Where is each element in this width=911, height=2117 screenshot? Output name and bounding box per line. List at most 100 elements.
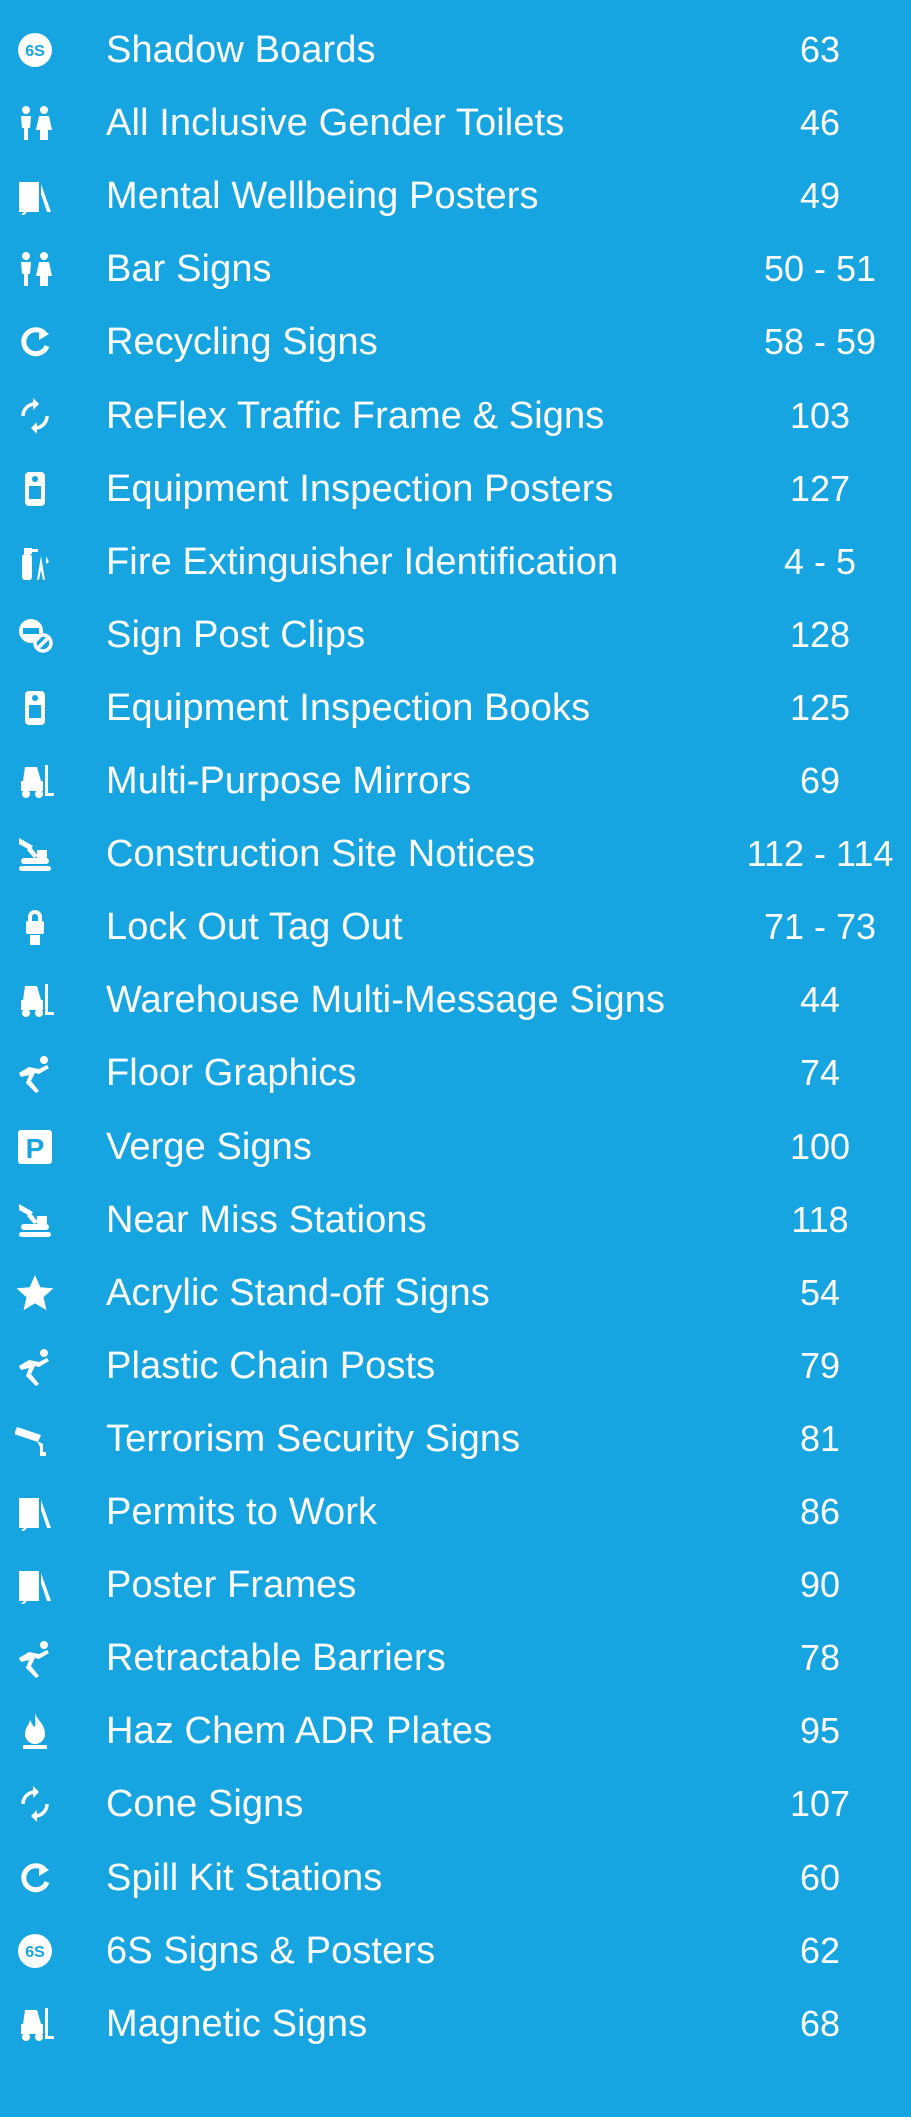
entry-label: Haz Chem ADR Plates: [106, 1710, 493, 1753]
entry-page-number: 63: [799, 29, 841, 70]
entry-label: Cone Signs: [106, 1783, 304, 1826]
entry-label: Floor Graphics: [106, 1052, 357, 1095]
index-entry: 6S Shadow Boards 63: [0, 13, 911, 87]
entry-label: Construction Site Notices: [106, 833, 536, 876]
toilet-people-icon: [14, 102, 56, 144]
entry-label: Sign Post Clips: [106, 613, 366, 656]
entry-page-number: 81: [799, 1417, 841, 1459]
entry-page-number: 125: [789, 686, 851, 728]
index-entry: Construction Site Notices 112 - 114: [0, 817, 911, 891]
product-index-list: 6S Shadow Boards 63 All Inclusive Gender To…: [0, 0, 911, 2117]
slipping-person-icon: [14, 1637, 56, 1679]
star-icon: [14, 1272, 56, 1314]
entry-label: Verge Signs: [106, 1125, 313, 1168]
entry-page-number: 112 - 114: [746, 833, 894, 875]
poster-board-icon: [14, 175, 56, 217]
entry-label: Acrylic Stand-off Signs: [106, 1271, 490, 1314]
index-entry: P Verge Signs 100: [0, 1110, 911, 1184]
index-entry: Acrylic Stand-off Signs 54: [0, 1256, 911, 1330]
index-entry: Warehouse Multi-Message Signs 44: [0, 963, 911, 1037]
svg-text:P: P: [26, 1133, 45, 1164]
entry-page-number: 4 - 5: [783, 540, 857, 582]
flame-icon: [14, 1710, 56, 1752]
index-entry: Mental Wellbeing Posters 49: [0, 159, 911, 233]
index-entry: 6S 6S Signs & Posters 62: [0, 1914, 911, 1988]
entry-label: ReFlex Traffic Frame & Signs: [106, 394, 605, 437]
forklift-icon: [14, 979, 56, 1021]
entry-label: Warehouse Multi-Message Signs: [106, 979, 666, 1022]
slipping-person-icon: [14, 1052, 56, 1094]
entry-page-number: 103: [789, 394, 851, 436]
entry-page-number: 95: [799, 1710, 841, 1752]
6s-badge-icon: 6S: [14, 1930, 56, 1972]
6s-badge-icon: 6S: [14, 29, 56, 71]
cctv-camera-icon: [14, 1418, 56, 1460]
forklift-icon: [14, 760, 56, 802]
entry-page-number: 74: [799, 1052, 841, 1094]
entry-page-number: 127: [789, 467, 851, 509]
entry-page-number: 86: [799, 1491, 841, 1532]
entry-page-number: 49: [799, 175, 841, 217]
entry-label: Permits to Work: [106, 1491, 378, 1533]
index-entry: Poster Frames 90: [0, 1548, 911, 1622]
entry-label: Recycling Signs: [106, 321, 378, 364]
svg-text:6S: 6S: [25, 1944, 45, 1961]
entry-label: Terrorism Security Signs: [106, 1417, 521, 1460]
entry-label: 6S Signs & Posters: [106, 1929, 436, 1972]
entry-page-number: 78: [799, 1637, 841, 1679]
entry-page-number: 118: [791, 1198, 849, 1240]
entry-label: Equipment Inspection Books: [106, 686, 591, 729]
no-entry-clip-icon: [14, 614, 56, 656]
entry-page-number: 90: [799, 1564, 841, 1606]
entry-label: Lock Out Tag Out: [106, 906, 403, 949]
entry-page-number: 50 - 51: [763, 248, 877, 290]
index-entry: Bar Signs 50 - 51: [0, 232, 911, 306]
entry-page-number: 79: [799, 1344, 841, 1386]
inspection-tag-icon: [14, 468, 56, 510]
entry-label: Equipment Inspection Posters: [106, 467, 614, 510]
entry-page-number: 69: [799, 760, 841, 801]
entry-label: Bar Signs: [106, 248, 272, 291]
rotating-arrows-icon: [14, 395, 56, 437]
entry-page-number: 107: [789, 1783, 851, 1825]
index-entry: ReFlex Traffic Frame & Signs 103: [0, 379, 911, 453]
index-entry: Multi-Purpose Mirrors 69: [0, 744, 911, 818]
entry-label: Plastic Chain Posts: [106, 1344, 436, 1387]
index-entry: Terrorism Security Signs 81: [0, 1402, 911, 1476]
entry-page-number: 58 - 59: [763, 321, 877, 363]
index-entry: Cone Signs 107: [0, 1767, 911, 1841]
entry-page-number: 46: [799, 102, 841, 144]
entry-label: Spill Kit Stations: [106, 1856, 383, 1899]
toilet-people-icon: [14, 248, 56, 290]
index-entry: Floor Graphics 74: [0, 1036, 911, 1110]
index-entry: Lock Out Tag Out 71 - 73: [0, 890, 911, 964]
index-entry: Spill Kit Stations 60: [0, 1841, 911, 1915]
entry-label: Magnetic Signs: [106, 2002, 368, 2045]
entry-label: Fire Extinguisher Identification: [106, 540, 619, 583]
fire-extinguisher-icon: [14, 541, 56, 583]
excavator-icon: [14, 833, 56, 875]
index-entry: Plastic Chain Posts 79: [0, 1329, 911, 1403]
entry-label: All Inclusive Gender Toilets: [106, 102, 565, 145]
recycle-arrow-icon: [14, 321, 56, 363]
entry-label: Near Miss Stations: [106, 1198, 427, 1241]
entry-label: Poster Frames: [106, 1564, 357, 1607]
excavator-icon: [14, 1199, 56, 1241]
index-entry: Equipment Inspection Posters 127: [0, 452, 911, 526]
index-entry: Fire Extinguisher Identification 4 - 5: [0, 525, 911, 599]
poster-board-icon: [14, 1491, 56, 1533]
entry-label: Multi-Purpose Mirrors: [106, 760, 472, 802]
index-entry: Sign Post Clips 128: [0, 598, 911, 672]
index-entry: Equipment Inspection Books 125: [0, 671, 911, 745]
padlock-tag-icon: [14, 906, 56, 948]
recycle-arrow-icon: [14, 1857, 56, 1899]
slipping-person-icon: [14, 1345, 56, 1387]
index-entry: Permits to Work 86: [0, 1475, 911, 1549]
index-entry: Recycling Signs 58 - 59: [0, 305, 911, 379]
rotating-arrows-icon: [14, 1783, 56, 1825]
entry-label: Retractable Barriers: [106, 1637, 446, 1680]
svg-text:6S: 6S: [25, 43, 45, 60]
inspection-tag-icon: [14, 687, 56, 729]
entry-label: Shadow Boards: [106, 29, 376, 71]
parking-p-icon: P: [14, 1126, 56, 1168]
